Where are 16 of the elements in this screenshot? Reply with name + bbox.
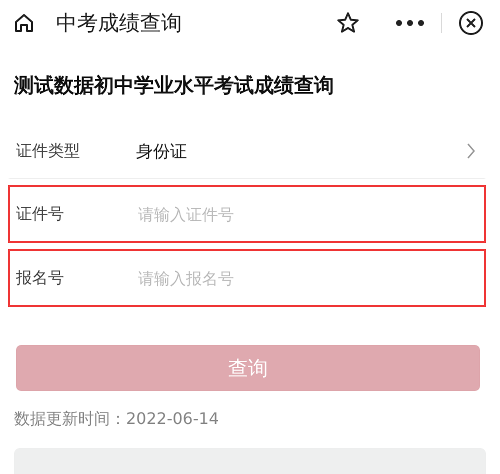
chevron-right-icon[interactable] bbox=[466, 142, 476, 160]
input-field[interactable]: 请输入报名号 bbox=[136, 268, 484, 288]
update-date: 2022-06-14 bbox=[126, 409, 219, 428]
form-row[interactable]: 报名号 请输入报名号 bbox=[8, 249, 486, 307]
more-icon[interactable] bbox=[395, 19, 425, 27]
close-icon[interactable] bbox=[458, 10, 484, 36]
field-label: 报名号 bbox=[16, 268, 65, 288]
form-row[interactable]: 证件号 请输入证件号 bbox=[8, 185, 486, 243]
id-type-value[interactable]: 身份证 bbox=[136, 140, 466, 162]
home-icon[interactable] bbox=[12, 11, 36, 35]
page-header-title: 中考成绩查询 bbox=[56, 10, 183, 37]
input-field[interactable]: 请输入证件号 bbox=[136, 204, 484, 224]
field-label: 证件号 bbox=[16, 204, 65, 224]
page-title: 测试数据初中学业水平考试成绩查询 bbox=[12, 72, 335, 99]
update-label: 数据更新时间： bbox=[14, 409, 126, 428]
field-label: 证件类型 bbox=[16, 140, 81, 162]
